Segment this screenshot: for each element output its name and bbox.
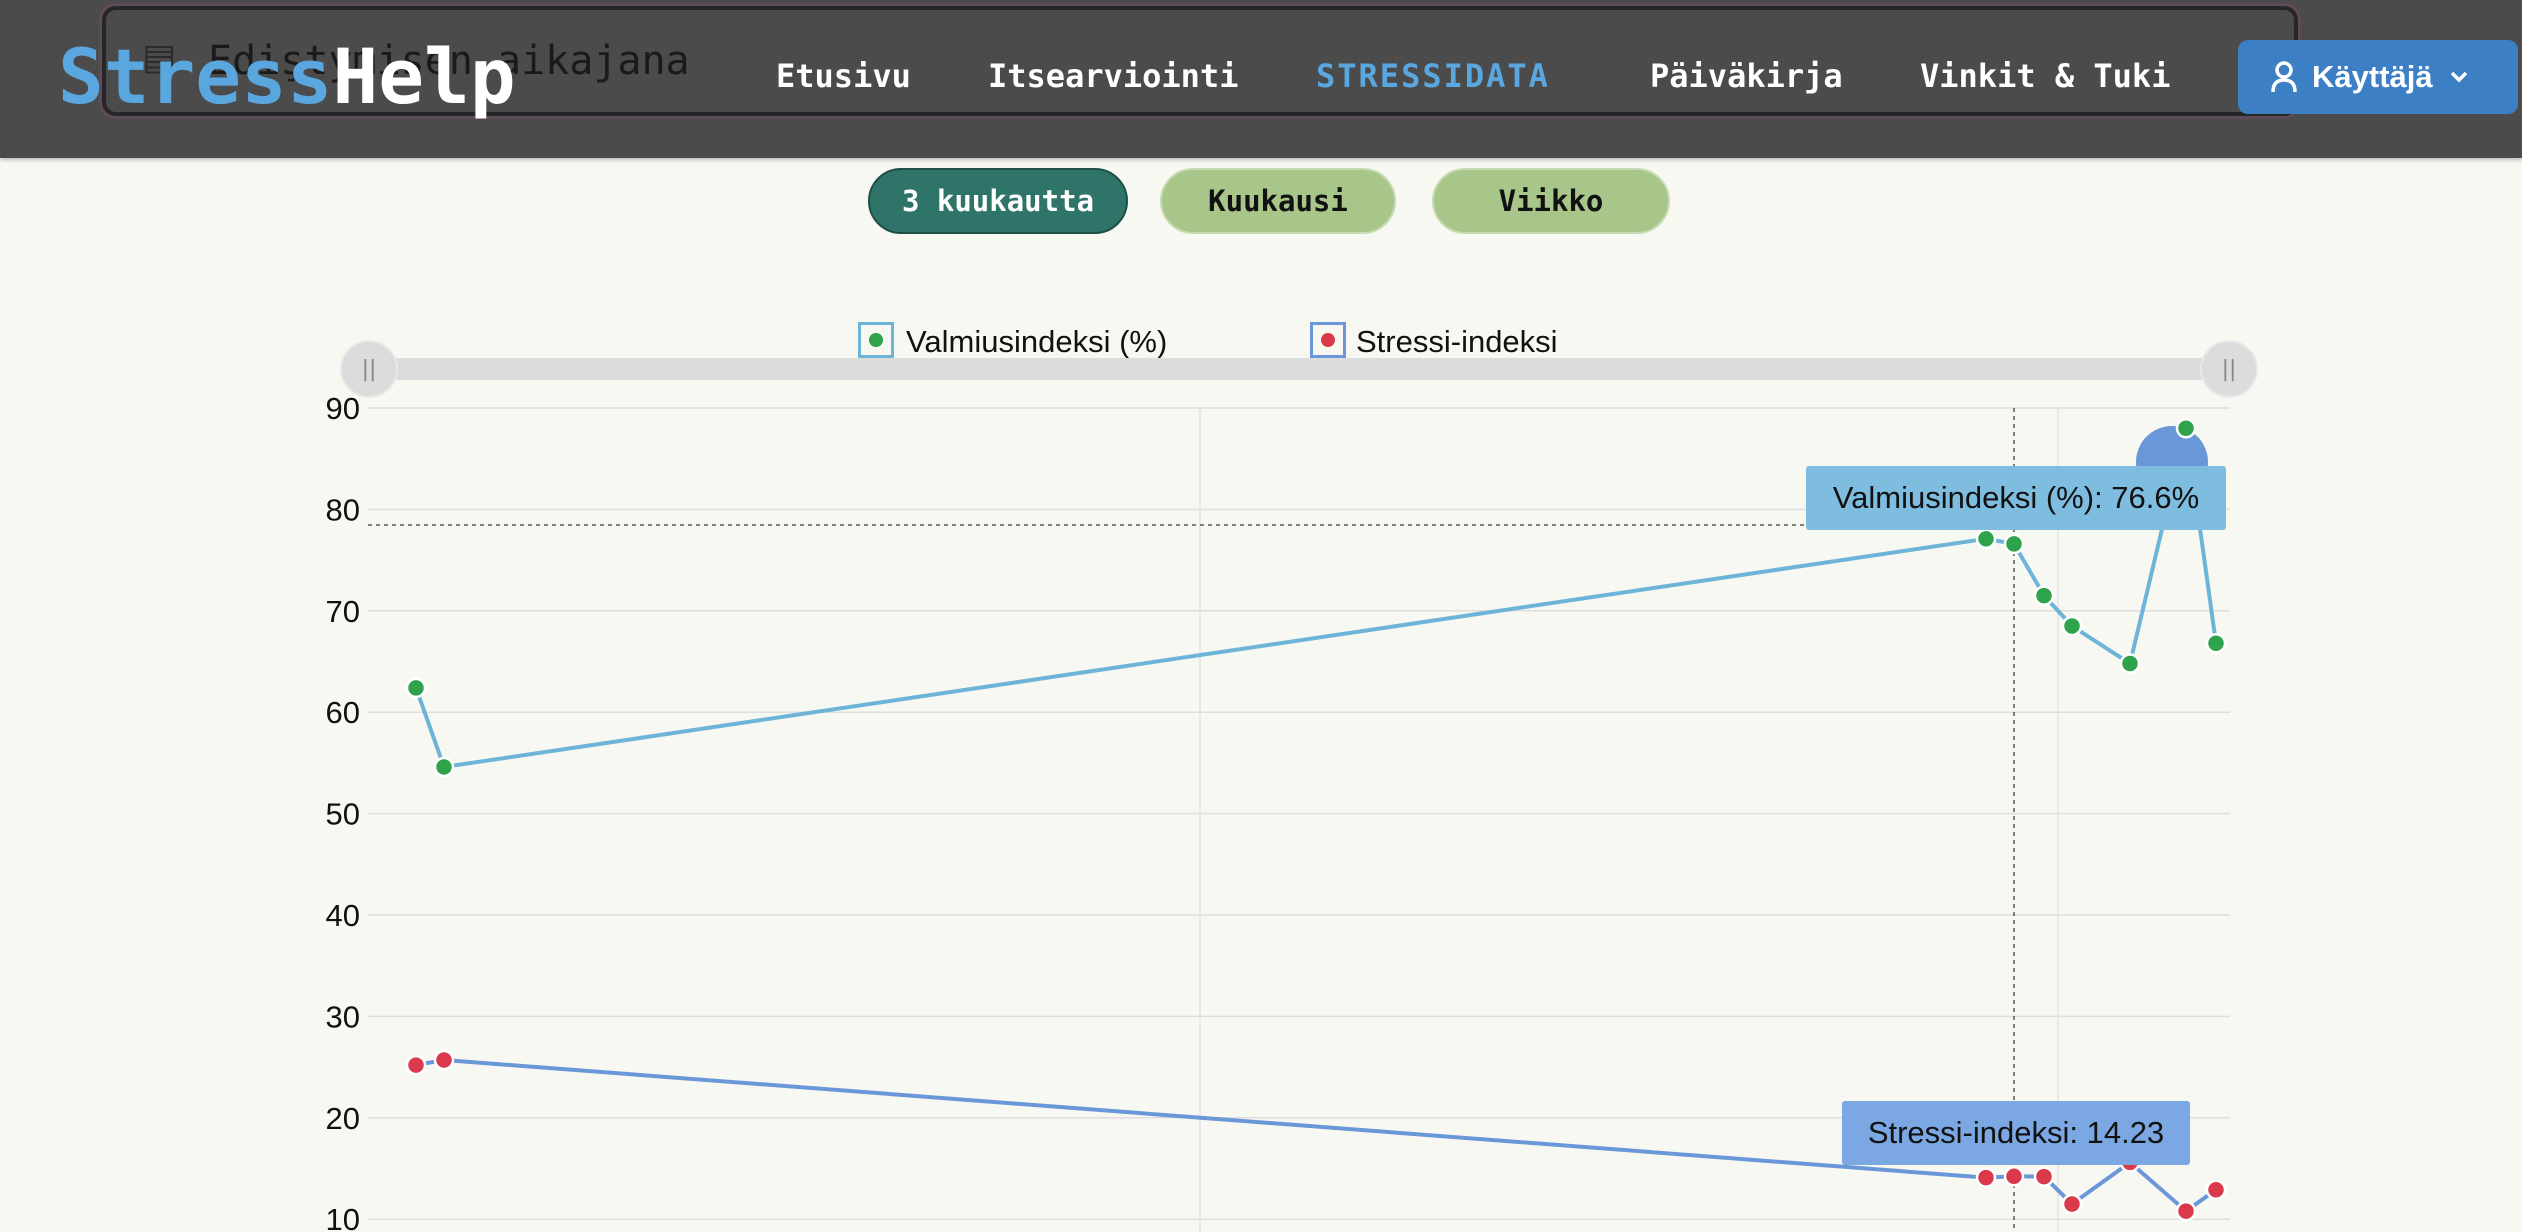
nav-itsearviointi[interactable]: Itsearviointi [988, 54, 1238, 98]
stress-data-point[interactable] [433, 1049, 455, 1071]
user-menu-label: Käyttäjä [2312, 59, 2433, 94]
tooltip-readiness: Valmiusindeksi (%): 76.6% [1806, 466, 2226, 530]
y-tick-label: 90 [326, 391, 360, 426]
legend-label-stress: Stressi-indeksi [1356, 324, 1558, 359]
y-tick-label: 60 [326, 695, 360, 730]
series-lines [414, 426, 2218, 1214]
nav-stressidata[interactable]: STRESSIDATA [1316, 54, 1550, 98]
series-points [405, 418, 2227, 1222]
user-icon [2270, 61, 2298, 93]
nav-etusivu[interactable]: Etusivu [776, 54, 911, 98]
y-axis: 90 80 70 60 50 40 30 20 10 [326, 391, 360, 1232]
logo-part-stress: Stress [58, 32, 333, 121]
y-tick-label: 30 [326, 999, 360, 1034]
range-slider-right-handle[interactable]: || [2200, 340, 2258, 398]
range-slider-left-handle[interactable]: || [340, 340, 398, 398]
readiness-data-point[interactable] [2119, 653, 2141, 674]
nav-paivakirja[interactable]: Päiväkirja [1650, 54, 1843, 98]
y-tick-label: 40 [326, 898, 360, 933]
tooltip-stress: Stressi-indeksi: 14.23 [1842, 1101, 2190, 1165]
logo-part-help: Help [332, 32, 516, 121]
range-month-button[interactable]: Kuukausi [1160, 168, 1396, 234]
y-tick-label: 70 [326, 594, 360, 629]
readiness-data-point[interactable] [405, 677, 427, 699]
stress-data-point[interactable] [2175, 1200, 2197, 1222]
y-tick-label: 10 [326, 1202, 360, 1232]
stress-data-point[interactable] [2205, 1179, 2227, 1201]
stress-data-point[interactable] [2033, 1166, 2055, 1187]
legend-toggle-stress[interactable] [1310, 322, 1346, 358]
readiness-data-point[interactable] [2061, 615, 2083, 637]
stress-data-point[interactable] [2003, 1166, 2025, 1187]
stress-data-point[interactable] [405, 1054, 427, 1076]
readiness-data-point[interactable] [2003, 533, 2025, 555]
stress-data-point[interactable] [2061, 1193, 2083, 1215]
legend-label-readiness: Valmiusindeksi (%) [906, 324, 1168, 359]
readiness-data-point[interactable] [433, 756, 455, 778]
y-tick-label: 50 [326, 797, 360, 832]
stress-data-point[interactable] [1975, 1167, 1997, 1188]
top-navigation-bar: ▤ Ediştymisen aikajana StressHelp Etusiv… [0, 0, 2522, 158]
range-3-months-button[interactable]: 3 kuukautta [868, 168, 1128, 234]
range-week-button[interactable]: Viikko [1432, 168, 1670, 234]
y-tick-label: 80 [326, 492, 360, 527]
readiness-data-point[interactable] [2033, 585, 2055, 606]
user-menu-button[interactable]: Käyttäjä [2238, 40, 2518, 114]
chevron-down-icon [2449, 70, 2469, 84]
readiness-data-point[interactable] [2175, 418, 2197, 439]
legend-toggle-readiness[interactable] [858, 322, 894, 358]
nav-vinkit-tuki[interactable]: Vinkit & Tuki [1920, 54, 2170, 98]
readiness-data-point[interactable] [2205, 632, 2227, 654]
y-tick-label: 20 [326, 1101, 360, 1136]
readiness-data-point[interactable] [1975, 528, 1997, 550]
app-logo[interactable]: StressHelp [58, 34, 516, 120]
range-slider-track[interactable] [368, 358, 2230, 380]
